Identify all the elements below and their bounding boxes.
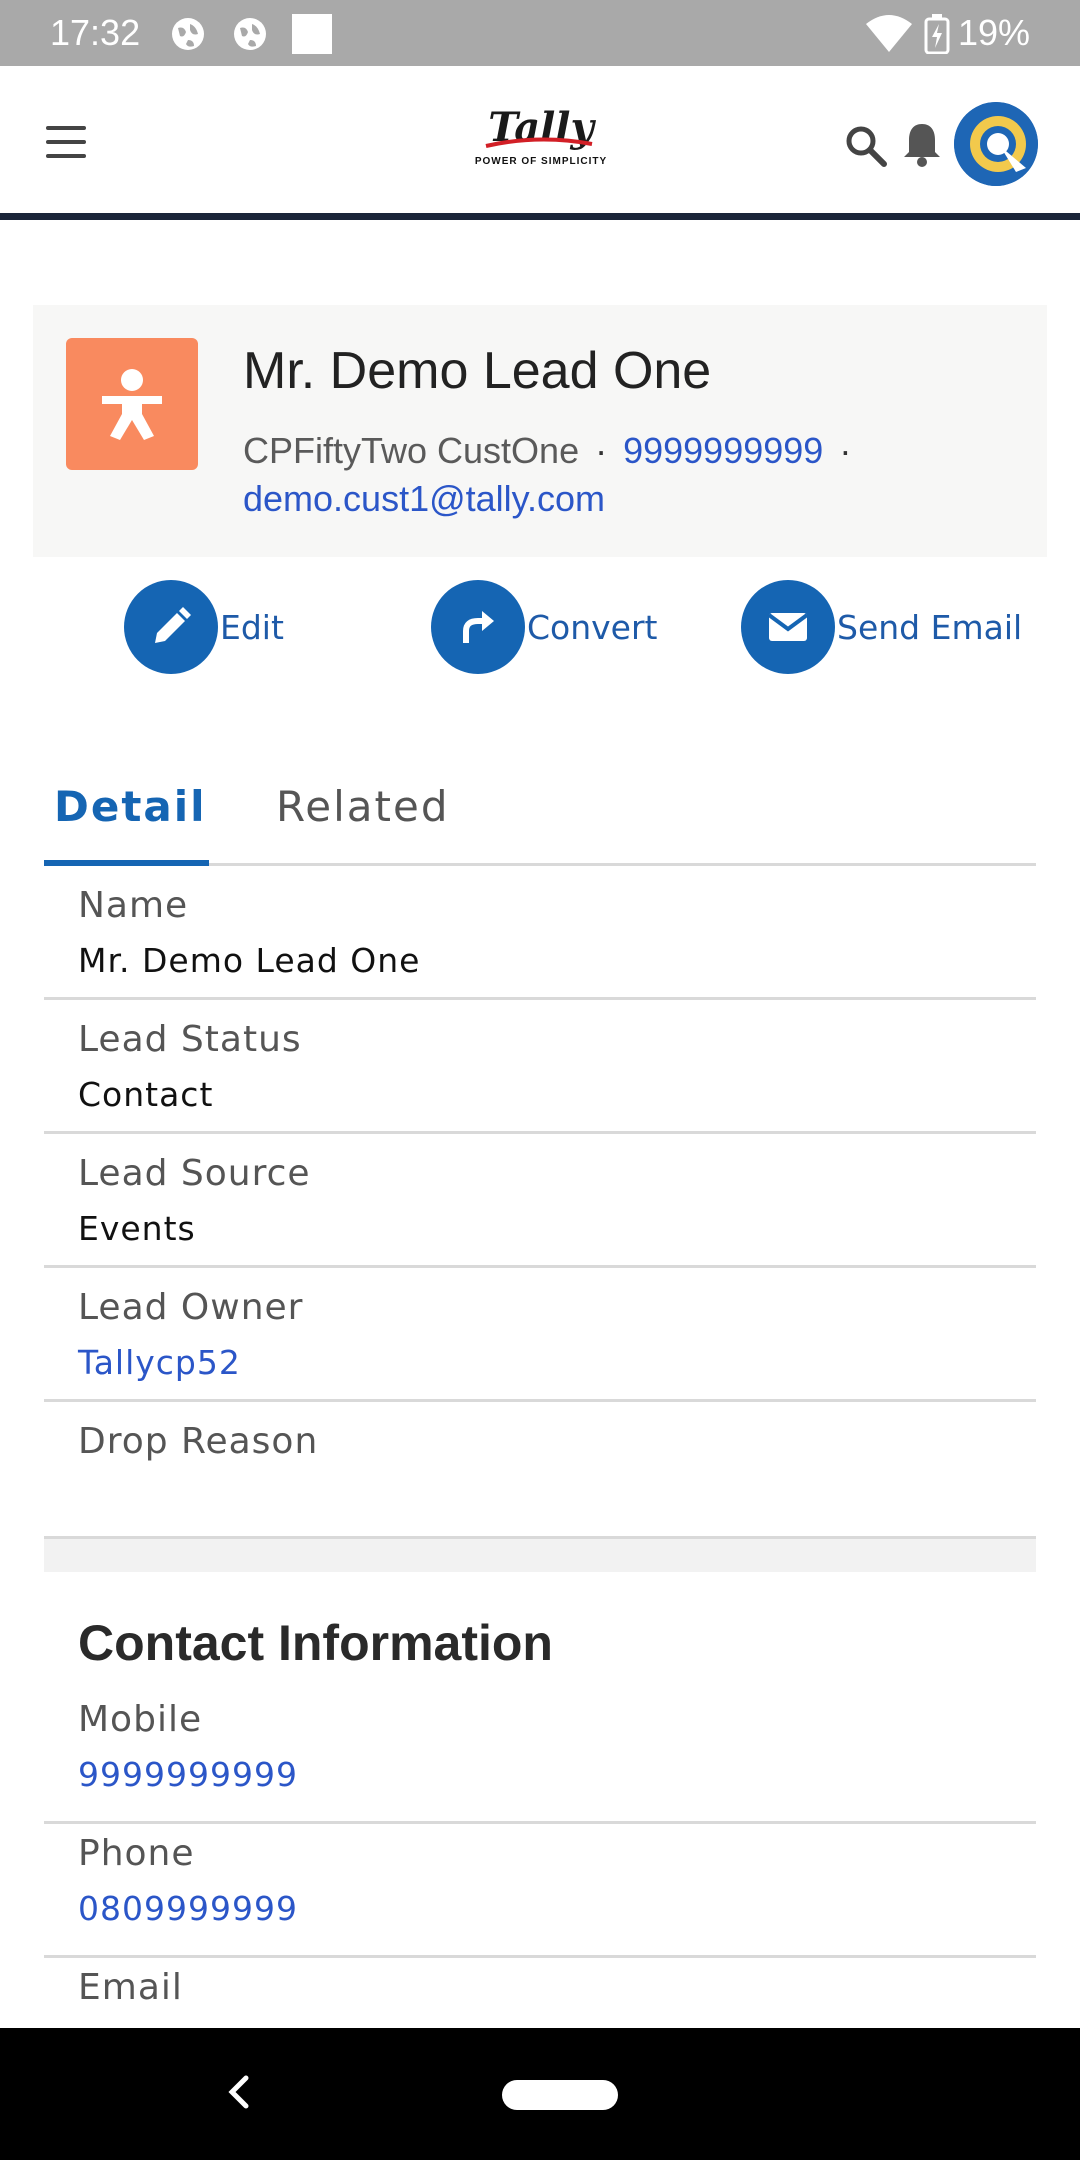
separator-dot: · (595, 430, 608, 471)
status-bar: 17:32 19% (0, 0, 1080, 66)
tab-detail[interactable]: Detail (54, 782, 207, 831)
detail-fields: Name Mr. Demo Lead One Lead Status Conta… (44, 866, 1036, 1540)
globe-icon (234, 18, 266, 50)
send-email-button[interactable]: Send Email (741, 580, 1022, 674)
field-name: Name Mr. Demo Lead One (44, 866, 1036, 1000)
edit-label: Edit (220, 607, 284, 647)
field-phone: Phone 0809999999 (44, 1824, 1036, 1958)
tab-related[interactable]: Related (276, 782, 450, 831)
lead-company: CPFiftyTwo CustOne (243, 430, 580, 471)
field-lead-owner: Lead Owner Tallycp52 (44, 1268, 1036, 1402)
status-time: 17:32 (50, 12, 141, 53)
user-avatar[interactable] (954, 102, 1038, 186)
lead-owner-link[interactable]: Tallycp52 (78, 1342, 1036, 1384)
detail-tabs: Detail Related (44, 760, 1036, 866)
phone-link[interactable]: 0809999999 (78, 1888, 1036, 1930)
convert-button[interactable]: Convert (431, 580, 658, 674)
send-email-label: Send Email (837, 607, 1023, 647)
search-icon[interactable] (844, 124, 888, 168)
lead-email-link[interactable]: demo.cust1@tally.com (243, 478, 605, 519)
envelope-icon (741, 580, 835, 674)
logo-swoosh (485, 137, 593, 148)
convert-arrow-icon (431, 580, 525, 674)
field-label: Email (78, 1967, 183, 2008)
battery-charging-icon (924, 14, 950, 54)
notification-square-icon (292, 14, 332, 54)
field-label: Lead Owner (78, 1287, 304, 1328)
avatar-logo-icon (954, 102, 1038, 186)
field-label: Lead Source (78, 1153, 311, 1194)
field-value: Mr. Demo Lead One (78, 941, 421, 980)
globe-icon (172, 18, 204, 50)
convert-label: Convert (527, 607, 658, 647)
home-pill-button[interactable] (502, 2080, 618, 2110)
action-bar: Edit Convert Send Email (0, 580, 1080, 680)
field-value: Contact (78, 1075, 214, 1114)
field-label: Mobile (78, 1699, 203, 1740)
field-mobile: Mobile 9999999999 (44, 1690, 1036, 1824)
contact-section-title: Contact Information (78, 1615, 553, 1671)
lead-avatar (66, 338, 198, 470)
pencil-icon (124, 580, 218, 674)
hamburger-menu-icon[interactable] (46, 126, 86, 158)
wifi-icon (866, 15, 912, 52)
edit-button[interactable]: Edit (124, 580, 284, 674)
field-label: Drop Reason (78, 1421, 319, 1462)
separator-dot: · (839, 430, 852, 471)
person-icon (102, 369, 162, 440)
field-drop-reason: Drop Reason (44, 1402, 1036, 1540)
lead-phone-link[interactable]: 9999999999 (623, 430, 823, 471)
battery-percent: 19% (958, 12, 1031, 53)
field-value: Events (78, 1209, 196, 1248)
back-icon[interactable] (224, 2072, 254, 2112)
tally-logo: Tally POWER OF SIMPLICITY (456, 106, 626, 186)
field-label: Lead Status (78, 1019, 302, 1060)
lead-name: Mr. Demo Lead One (243, 342, 712, 400)
lead-summary-card: Mr. Demo Lead One CPFiftyTwo CustOne · 999… (33, 305, 1047, 557)
bell-icon[interactable] (900, 120, 944, 168)
field-label: Phone (78, 1833, 195, 1874)
logo-tagline: POWER OF SIMPLICITY (474, 156, 608, 167)
app-header: Tally POWER OF SIMPLICITY (0, 66, 1080, 220)
section-divider (44, 1536, 1036, 1572)
field-lead-source: Lead Source Events (44, 1134, 1036, 1268)
field-lead-status: Lead Status Contact (44, 1000, 1036, 1134)
lead-meta: CPFiftyTwo CustOne · 9999999999 · demo.cust… (243, 427, 1023, 523)
system-nav-bar (0, 2028, 1080, 2160)
mobile-link[interactable]: 9999999999 (78, 1754, 1036, 1796)
field-label: Name (78, 885, 189, 926)
